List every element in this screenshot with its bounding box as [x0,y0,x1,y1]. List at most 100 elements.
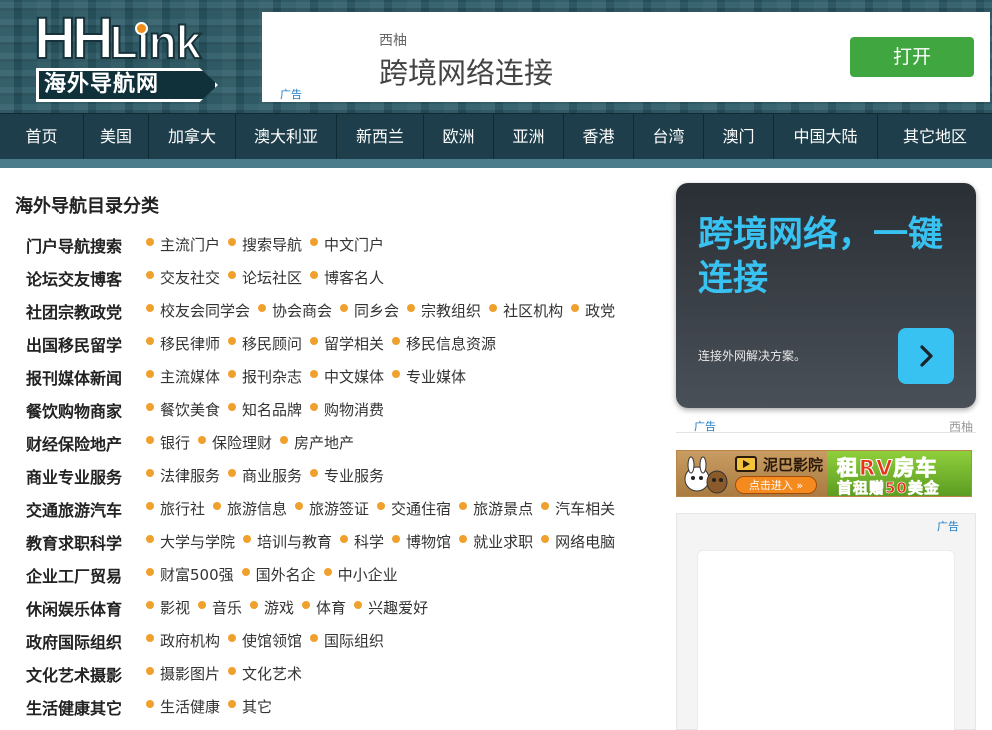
directory-link-label: 购物消费 [324,401,385,419]
nav-item-canada[interactable]: 加拿大 [149,114,236,160]
directory-link[interactable]: 兴趣爱好 [354,597,428,618]
directory-link[interactable]: 同乡会 [340,300,399,321]
directory-category[interactable]: 出国移民留学 [26,332,146,356]
directory-link-label: 摄影图片 [160,665,221,683]
directory-link[interactable]: 使馆领馆 [228,630,302,651]
nav-item-asia[interactable]: 亚洲 [494,114,564,160]
directory-category[interactable]: 社团宗教政党 [26,299,146,323]
directory-category[interactable]: 论坛交友博客 [26,266,146,290]
directory-link[interactable]: 移民信息资源 [392,333,496,354]
bullet-dot-icon [146,600,154,609]
nav-item-hongkong[interactable]: 香港 [564,114,634,160]
directory-link[interactable]: 旅游景点 [459,498,533,519]
directory-link[interactable]: 法律服务 [146,465,220,486]
directory-link[interactable]: 财富500强 [146,564,234,585]
directory-link[interactable]: 政府机构 [146,630,220,651]
directory-link[interactable]: 影视 [146,597,190,618]
directory-link[interactable]: 保险理财 [198,432,272,453]
directory-link[interactable]: 网络电脑 [541,531,615,552]
directory-link[interactable]: 音乐 [198,597,242,618]
nav-item-europe[interactable]: 欧洲 [424,114,494,160]
directory-link[interactable]: 旅游信息 [213,498,287,519]
bullet-dot-icon [146,303,154,312]
directory-category[interactable]: 休闲娱乐体育 [26,596,146,620]
directory-link[interactable]: 交友社交 [146,267,220,288]
nav-item-usa[interactable]: 美国 [84,114,149,160]
directory-link[interactable]: 专业媒体 [392,366,466,387]
directory-link[interactable]: 餐饮美食 [146,399,220,420]
directory-link[interactable]: 其它 [228,696,272,717]
strip-ad-banner[interactable]: 泥巴影院 点击进入 » 租RV房车 首租赠50美金 [676,450,972,497]
bullet-dot-icon [310,237,319,246]
nav-item-home[interactable]: 首页 [0,114,84,160]
directory-link-label: 大学与学院 [160,533,236,551]
side-ad-arrow-button[interactable] [898,328,954,384]
directory-link[interactable]: 论坛社区 [228,267,302,288]
strip-ad-enter-button[interactable]: 点击进入 » [735,476,817,494]
directory-link[interactable]: 中文门户 [310,234,384,255]
directory-link[interactable]: 旅行社 [146,498,205,519]
directory-category[interactable]: 企业工厂贸易 [26,563,146,587]
directory-link[interactable]: 校友会同学会 [146,300,250,321]
side-ad-card[interactable]: 跨境网络，一键连接 连接外网解决方案。 [676,183,976,408]
directory-link[interactable]: 大学与学院 [146,531,235,552]
directory-link[interactable]: 文化艺术 [228,663,302,684]
directory-link[interactable]: 体育 [302,597,346,618]
directory-link[interactable]: 购物消费 [310,399,384,420]
directory-link[interactable]: 汽车相关 [541,498,615,519]
directory-link[interactable]: 移民顾问 [228,333,302,354]
nav-item-mainland-china[interactable]: 中国大陆 [774,114,878,160]
bottom-ad-box[interactable]: 广告 [676,513,976,730]
site-logo[interactable]: HHLink 海外导航网 [30,7,226,104]
directory-link[interactable]: 科学 [340,531,384,552]
directory-link[interactable]: 国际组织 [310,630,384,651]
nav-item-other-regions[interactable]: 其它地区 [878,114,992,160]
directory-link[interactable]: 协会商会 [258,300,332,321]
directory-link[interactable]: 搜索导航 [228,234,302,255]
nav-item-taiwan[interactable]: 台湾 [634,114,704,160]
directory-category[interactable]: 交通旅游汽车 [26,497,146,521]
directory-link[interactable]: 商业服务 [228,465,302,486]
nav-item-australia[interactable]: 澳大利亚 [236,114,337,160]
directory-link[interactable]: 交通住宿 [377,498,451,519]
directory-category[interactable]: 财经保险地产 [26,431,146,455]
directory-category[interactable]: 门户导航搜索 [26,233,146,257]
directory-link[interactable]: 培训与教育 [243,531,332,552]
directory-link[interactable]: 主流门户 [146,234,220,255]
directory-link[interactable]: 游戏 [250,597,294,618]
bullet-dot-icon [354,600,363,609]
directory-link[interactable]: 主流媒体 [146,366,220,387]
directory-link[interactable]: 专业服务 [310,465,384,486]
directory-link[interactable]: 生活健康 [146,696,220,717]
directory-category[interactable]: 文化艺术摄影 [26,662,146,686]
directory-category[interactable]: 生活健康其它 [26,695,146,719]
top-ad-open-button[interactable]: 打开 [850,37,974,77]
directory-category[interactable]: 教育求职科学 [26,530,146,554]
directory-link[interactable]: 房产地产 [280,432,354,453]
directory-link[interactable]: 政党 [571,300,615,321]
directory-link[interactable]: 摄影图片 [146,663,220,684]
directory-link[interactable]: 旅游签证 [295,498,369,519]
directory-link[interactable]: 社区机构 [489,300,563,321]
directory-link[interactable]: 博物馆 [392,531,451,552]
nav-bottom-strip [0,159,992,168]
directory-link[interactable]: 就业求职 [459,531,533,552]
nav-item-macau[interactable]: 澳门 [704,114,774,160]
directory-link[interactable]: 留学相关 [310,333,384,354]
directory-link[interactable]: 移民律师 [146,333,220,354]
directory-category[interactable]: 商业专业服务 [26,464,146,488]
directory-row: 交通旅游汽车 旅行社 旅游信息 旅游签证 交通住宿 旅游景点 汽车相关 [26,492,666,525]
directory-link[interactable]: 宗教组织 [407,300,481,321]
top-ad-banner[interactable]: 西柚 跨境网络连接 广告 打开 [262,12,990,102]
directory-category[interactable]: 报刊媒体新闻 [26,365,146,389]
directory-category[interactable]: 政府国际组织 [26,629,146,653]
directory-link[interactable]: 中小企业 [323,564,398,585]
directory-link[interactable]: 国外名企 [241,564,316,585]
nav-item-new-zealand[interactable]: 新西兰 [337,114,424,160]
directory-link[interactable]: 银行 [146,432,190,453]
directory-category[interactable]: 餐饮购物商家 [26,398,146,422]
directory-link[interactable]: 知名品牌 [228,399,302,420]
directory-link[interactable]: 博客名人 [310,267,384,288]
directory-link[interactable]: 中文媒体 [310,366,384,387]
directory-link[interactable]: 报刊杂志 [228,366,302,387]
